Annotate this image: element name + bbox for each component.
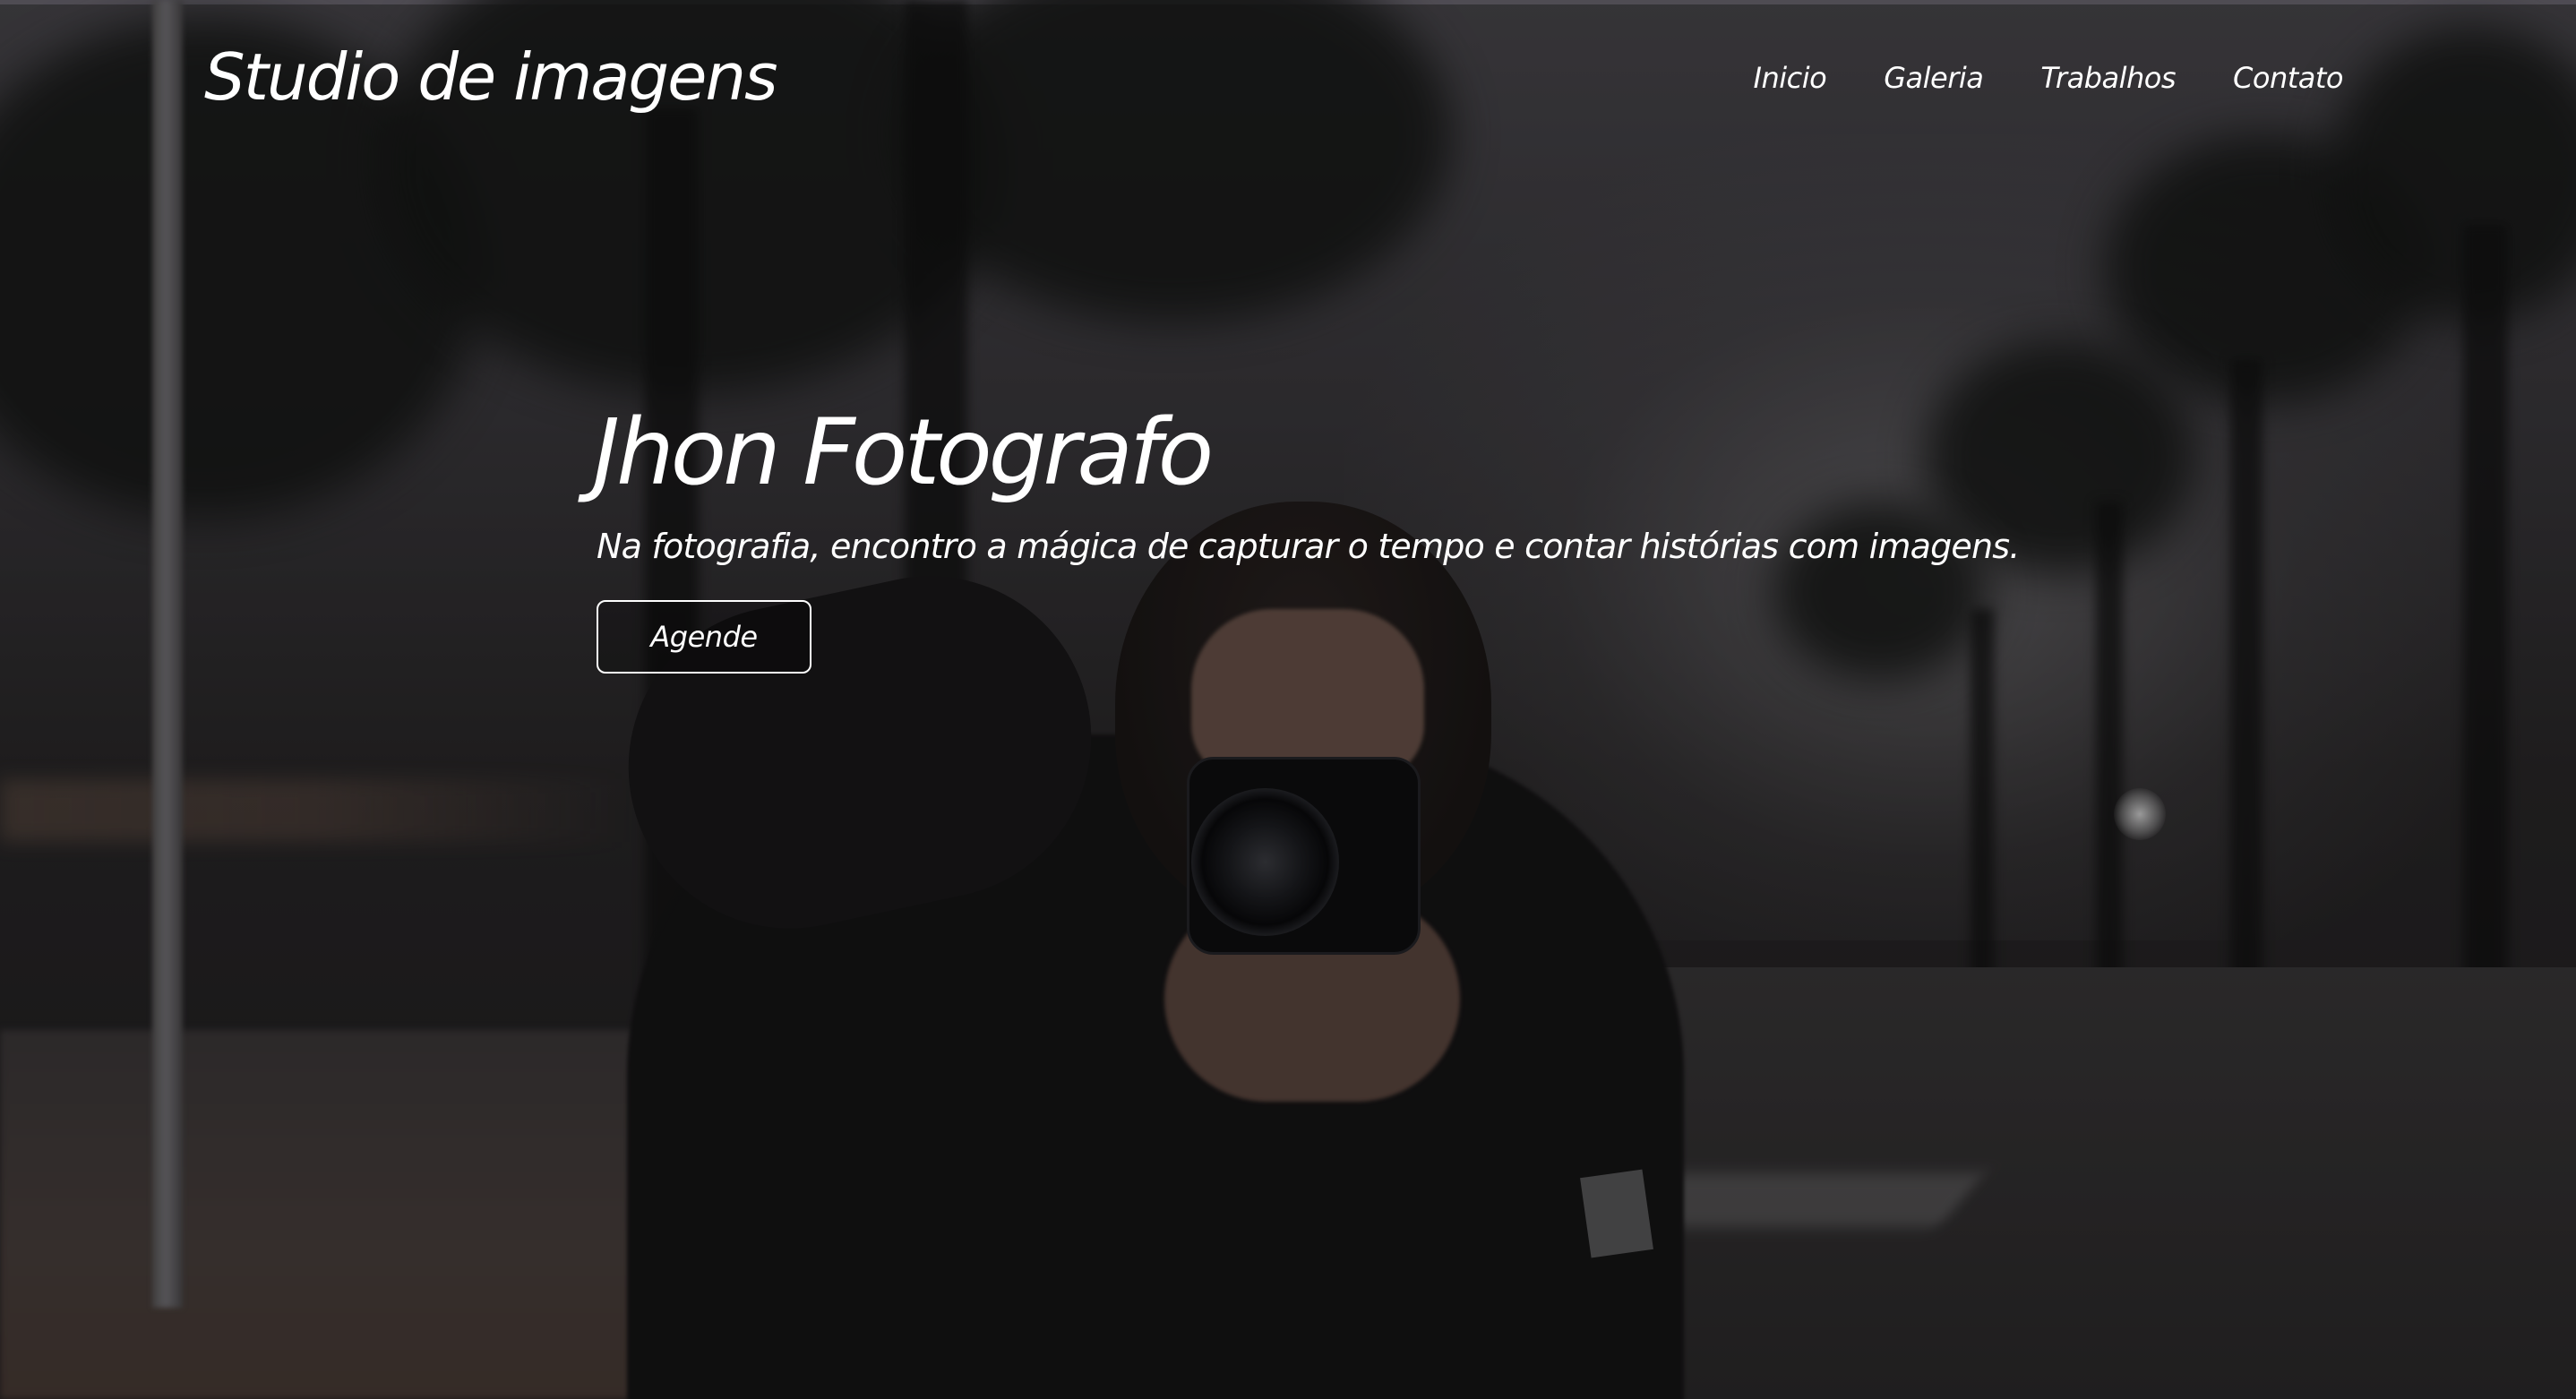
main-nav: Inicio Galeria Trabalhos Contato xyxy=(1754,61,2344,95)
hero-section: Studio de imagens Inicio Galeria Trabalh… xyxy=(0,0,2576,1399)
nav-link-contato[interactable]: Contato xyxy=(2233,61,2343,95)
nav-link-inicio[interactable]: Inicio xyxy=(1754,61,1827,95)
nav-link-trabalhos[interactable]: Trabalhos xyxy=(2040,61,2176,95)
hero-subtitle: Na fotografia, encontro a mágica de capt… xyxy=(597,527,2020,567)
site-header: Studio de imagens Inicio Galeria Trabalh… xyxy=(0,0,2576,170)
agende-button[interactable]: Agende xyxy=(597,600,811,674)
dark-overlay xyxy=(0,0,2576,1399)
hero-title: Jhon Fotografo xyxy=(593,399,1214,506)
hero-content: Jhon Fotografo Na fotografia, encontro a… xyxy=(593,399,2116,674)
nav-link-galeria[interactable]: Galeria xyxy=(1884,61,1984,95)
site-logo[interactable]: Studio de imagens xyxy=(204,39,778,115)
